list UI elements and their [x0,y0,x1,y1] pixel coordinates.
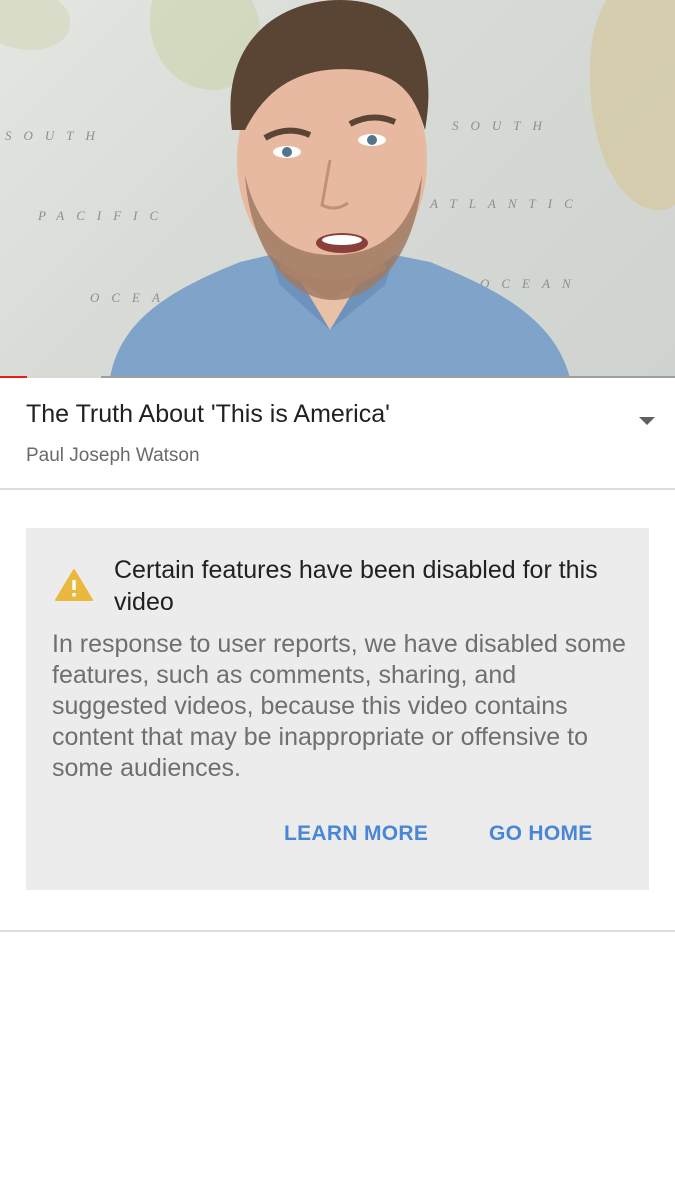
divider [0,930,675,932]
video-player[interactable]: SOUTH PACIFIC OCEAN SOUTH ATLANTIC OCEAN [0,0,675,378]
presenter-video-frame [110,0,570,378]
channel-name[interactable]: Paul Joseph Watson [26,445,200,467]
chevron-down-icon[interactable] [636,412,658,428]
video-progress-bar[interactable] [0,376,675,378]
video-title[interactable]: The Truth About 'This is America' [26,400,390,429]
notice-title: Certain features have been disabled for … [114,556,598,616]
progress-played [0,376,27,378]
go-home-button[interactable]: GO HOME [489,822,593,846]
notice-body: In response to user reports, we have dis… [52,630,626,782]
divider [0,488,675,490]
warning-icon [55,569,93,601]
disabled-features-notice: Certain features have been disabled for … [26,528,649,890]
learn-more-button[interactable]: LEARN MORE [284,822,428,846]
